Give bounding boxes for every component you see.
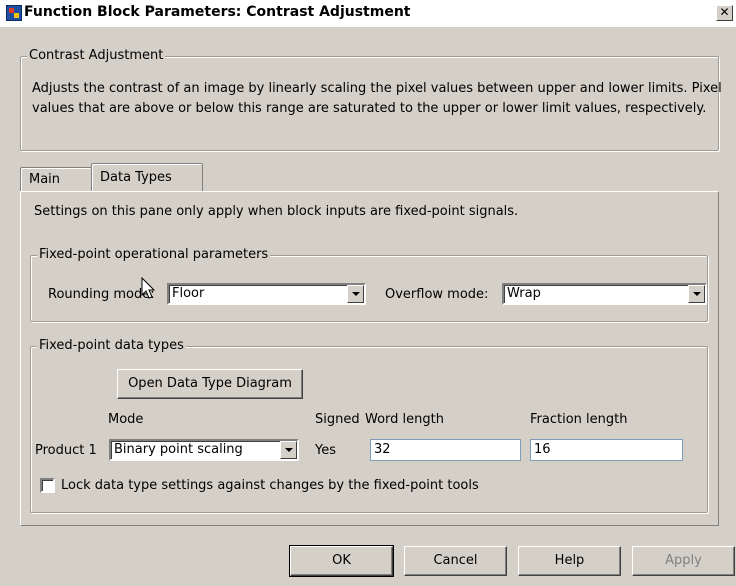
data-types-group-title: Fixed-point data types [37,338,186,353]
group-title: Contrast Adjustment [27,48,166,63]
product-mode-select[interactable]: Binary point scaling [109,439,299,461]
chevron-down-icon[interactable] [347,285,364,303]
overflow-mode-label: Overflow mode: [385,287,489,302]
tab-main[interactable]: Main [20,167,92,191]
open-data-type-diagram-button[interactable]: Open Data Type Diagram [117,369,303,399]
column-header-signed: Signed [315,412,360,427]
contrast-adjustment-group: Contrast Adjustment Adjusts the contrast… [20,48,722,151]
block-description: Adjusts the contrast of an image by line… [32,81,722,116]
apply-button[interactable]: Apply [632,546,735,576]
product-fraction-length-input[interactable]: 16 [530,439,683,461]
rounding-mode-label: Rounding mode: [48,287,155,302]
title-bar[interactable]: Function Block Parameters: Contrast Adju… [0,0,736,27]
lock-data-types-checkbox[interactable] [40,478,55,493]
product-word-length-value: 32 [374,442,391,457]
lock-data-types-label[interactable]: Lock data type settings against changes … [61,478,479,493]
overflow-mode-select[interactable]: Wrap [502,283,707,305]
simulink-block-icon [6,5,22,21]
column-header-word-length: Word length [365,412,444,427]
product-fraction-length-value: 16 [534,442,551,457]
cancel-button[interactable]: Cancel [404,546,507,576]
fixed-point-operational-group: Fixed-point operational parameters Round… [30,247,708,322]
product-word-length-input[interactable]: 32 [370,439,521,461]
tab-main-label: Main [29,172,61,187]
operational-group-title: Fixed-point operational parameters [37,247,271,262]
product-signed-value: Yes [315,443,336,458]
close-button[interactable]: ✕ [716,5,733,21]
column-header-mode: Mode [108,412,144,427]
column-header-fraction-length: Fraction length [530,412,628,427]
product-mode-value: Binary point scaling [114,442,243,457]
rounding-mode-value: Floor [172,286,205,301]
dialog-window: Function Block Parameters: Contrast Adju… [0,0,736,586]
row-name: Product 1 [35,443,97,458]
chevron-down-icon[interactable] [688,285,705,303]
pane-info-text: Settings on this pane only apply when bl… [34,204,519,219]
data-types-pane: Settings on this pane only apply when bl… [20,191,719,526]
close-icon: ✕ [719,5,730,19]
ok-button[interactable]: OK [289,545,394,577]
tab-data-types-label: Data Types [100,170,172,185]
chevron-down-icon[interactable] [280,441,297,459]
rounding-mode-select[interactable]: Floor [167,283,366,305]
mouse-pointer-icon [141,277,156,299]
help-button[interactable]: Help [518,546,621,576]
window-title: Function Block Parameters: Contrast Adju… [24,4,411,20]
overflow-mode-value: Wrap [507,286,541,301]
tab-data-types[interactable]: Data Types [91,163,203,191]
fixed-point-data-types-group: Fixed-point data types Open Data Type Di… [30,338,708,513]
